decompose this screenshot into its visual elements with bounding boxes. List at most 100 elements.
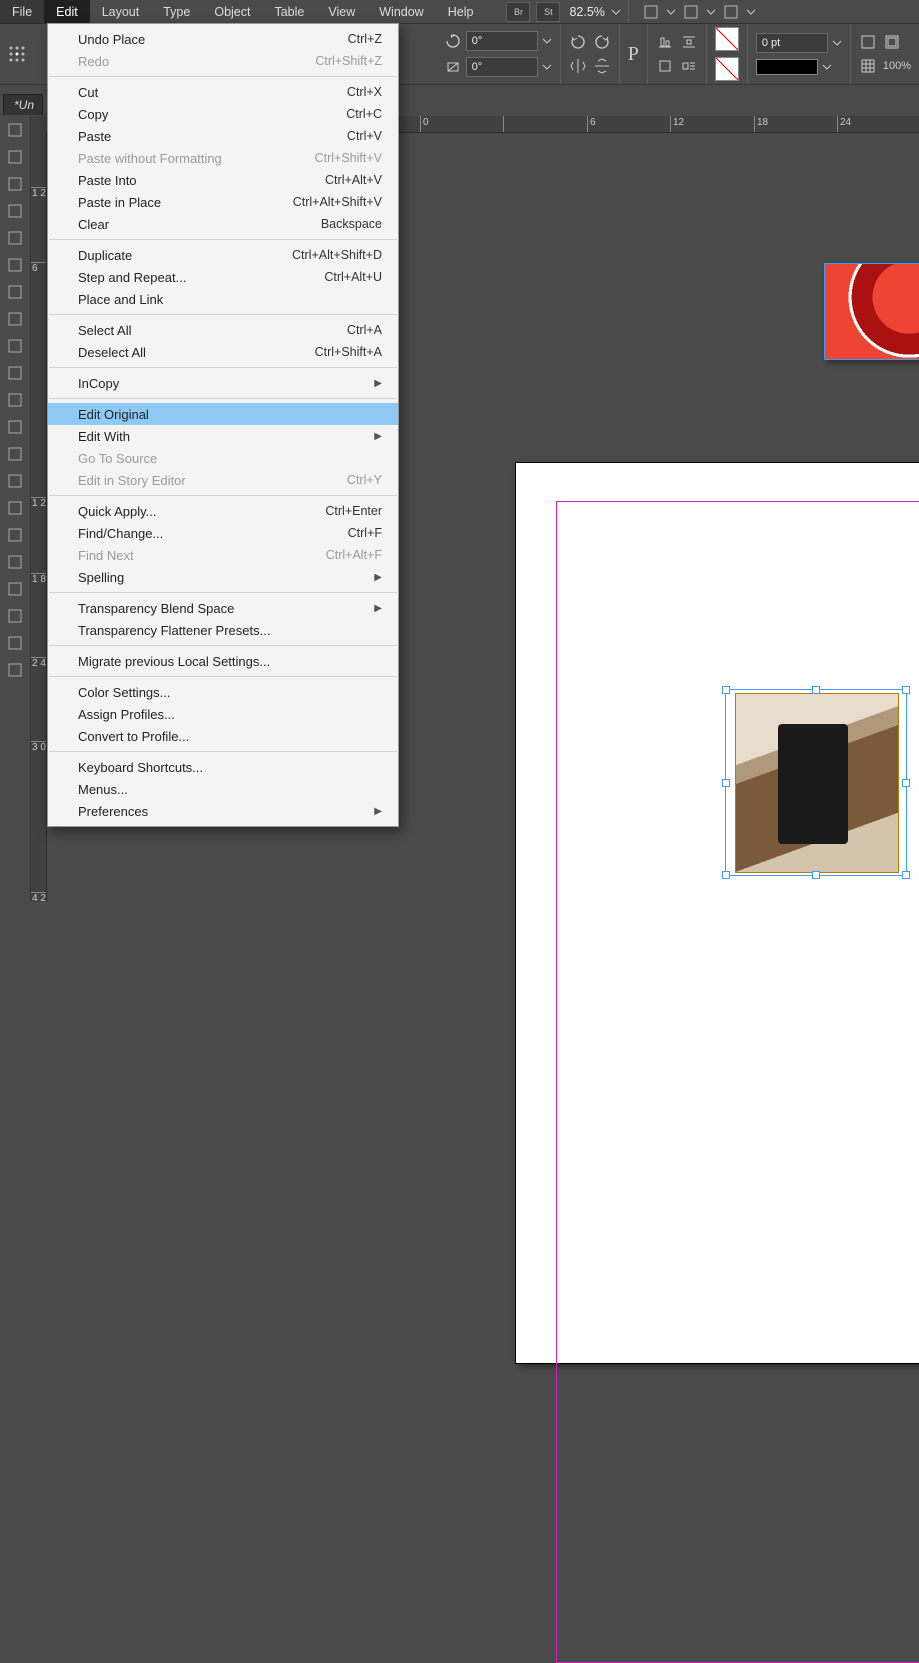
format-tool[interactable] <box>2 630 28 656</box>
stroke-style-swatch[interactable] <box>756 59 818 75</box>
rotate-cw-icon[interactable] <box>569 33 587 51</box>
menuitem-deselect-all[interactable]: Deselect AllCtrl+Shift+A <box>48 341 398 363</box>
menuitem-transparency-flattener-presets[interactable]: Transparency Flattener Presets... <box>48 619 398 641</box>
handle-tr[interactable] <box>902 686 910 694</box>
reference-point-icon[interactable] <box>8 45 26 63</box>
menuitem-paste-into[interactable]: Paste IntoCtrl+Alt+V <box>48 169 398 191</box>
hand-tool[interactable] <box>2 522 28 548</box>
handle-bl[interactable] <box>722 871 730 879</box>
menuitem-migrate-previous-local-settings[interactable]: Migrate previous Local Settings... <box>48 650 398 672</box>
scissors-tool[interactable] <box>2 387 28 413</box>
chevron-down-icon[interactable] <box>822 62 832 72</box>
wrap-icon[interactable] <box>656 57 674 75</box>
page-tool[interactable] <box>2 171 28 197</box>
handle-tm[interactable] <box>812 686 820 694</box>
content-tool[interactable] <box>2 225 28 251</box>
screen-tool[interactable] <box>2 657 28 683</box>
menuitem-paste[interactable]: PasteCtrl+V <box>48 125 398 147</box>
zoom-level[interactable]: 82.5% <box>569 5 604 19</box>
menuitem-color-settings[interactable]: Color Settings... <box>48 681 398 703</box>
menuitem-assign-profiles[interactable]: Assign Profiles... <box>48 703 398 725</box>
zoom-tool[interactable] <box>2 549 28 575</box>
direct-select-tool[interactable] <box>2 144 28 170</box>
handle-br[interactable] <box>902 871 910 879</box>
grid-icon[interactable] <box>859 57 877 75</box>
line-tool[interactable] <box>2 279 28 305</box>
selection-tool[interactable] <box>2 117 28 143</box>
menuitem-copy[interactable]: CopyCtrl+C <box>48 103 398 125</box>
handle-tl[interactable] <box>722 686 730 694</box>
menuitem-place-and-link[interactable]: Place and Link <box>48 288 398 310</box>
menu-table[interactable]: Table <box>262 0 316 23</box>
menuitem-select-all[interactable]: Select AllCtrl+A <box>48 319 398 341</box>
shear-field[interactable]: 0° <box>466 57 538 77</box>
menuitem-quick-apply[interactable]: Quick Apply...Ctrl+Enter <box>48 500 398 522</box>
menu-layout[interactable]: Layout <box>90 0 152 23</box>
menu-file[interactable]: File <box>0 0 44 23</box>
chevron-down-icon[interactable] <box>542 36 552 46</box>
distribute-icon[interactable] <box>680 33 698 51</box>
view-option-icon[interactable] <box>642 3 660 21</box>
view-option-icon[interactable] <box>722 3 740 21</box>
transform-tool[interactable] <box>2 414 28 440</box>
vertical-ruler[interactable]: 1 261 21 82 43 04 2 <box>30 132 47 902</box>
stroke-none-swatch[interactable] <box>715 57 739 81</box>
chevron-down-icon[interactable] <box>611 7 621 17</box>
placed-image-1[interactable] <box>824 263 919 360</box>
st-button[interactable]: St <box>536 2 560 22</box>
wrap2-icon[interactable] <box>680 57 698 75</box>
align-icon[interactable] <box>656 33 674 51</box>
gradient-tool[interactable] <box>2 441 28 467</box>
gap-tool[interactable] <box>2 198 28 224</box>
paragraph-style-icon[interactable]: P <box>628 43 639 66</box>
view-option-icon[interactable] <box>682 3 700 21</box>
rectangle-tool[interactable] <box>2 360 28 386</box>
pencil-tool[interactable] <box>2 333 28 359</box>
br-button[interactable]: Br <box>506 2 530 22</box>
type-tool[interactable] <box>2 252 28 278</box>
menuitem-duplicate[interactable]: DuplicateCtrl+Alt+Shift+D <box>48 244 398 266</box>
chevron-down-icon[interactable] <box>832 38 842 48</box>
default-colors-tool[interactable] <box>2 603 28 629</box>
menuitem-clear[interactable]: ClearBackspace <box>48 213 398 235</box>
chevron-down-icon[interactable] <box>666 7 676 17</box>
zoom-pct[interactable]: 100% <box>883 60 911 72</box>
eyedropper-tool[interactable] <box>2 495 28 521</box>
menuitem-keyboard-shortcuts[interactable]: Keyboard Shortcuts... <box>48 756 398 778</box>
chevron-down-icon[interactable] <box>746 7 756 17</box>
fill-none-swatch[interactable] <box>715 27 739 51</box>
note-tool[interactable] <box>2 468 28 494</box>
menuitem-edit-original[interactable]: Edit Original <box>48 403 398 425</box>
page[interactable] <box>516 463 919 1363</box>
handle-bm[interactable] <box>812 871 820 879</box>
menuitem-transparency-blend-space[interactable]: Transparency Blend Space▶ <box>48 597 398 619</box>
handle-ml[interactable] <box>722 779 730 787</box>
menu-view[interactable]: View <box>316 0 367 23</box>
flip-h-icon[interactable] <box>569 57 587 75</box>
placed-image-2[interactable] <box>735 693 899 873</box>
menuitem-step-and-repeat[interactable]: Step and Repeat...Ctrl+Alt+U <box>48 266 398 288</box>
menuitem-spelling[interactable]: Spelling▶ <box>48 566 398 588</box>
chevron-down-icon[interactable] <box>542 62 552 72</box>
menuitem-preferences[interactable]: Preferences▶ <box>48 800 398 822</box>
menu-edit[interactable]: Edit <box>44 0 90 23</box>
pen-tool[interactable] <box>2 306 28 332</box>
chevron-down-icon[interactable] <box>706 7 716 17</box>
menu-window[interactable]: Window <box>367 0 435 23</box>
fill-stroke-tool[interactable] <box>2 576 28 602</box>
flip-v-icon[interactable] <box>593 57 611 75</box>
rotation-field[interactable]: 0° <box>466 31 538 51</box>
document-tab[interactable]: *Un <box>3 94 43 115</box>
menuitem-menus[interactable]: Menus... <box>48 778 398 800</box>
menu-help[interactable]: Help <box>436 0 486 23</box>
menuitem-cut[interactable]: CutCtrl+X <box>48 81 398 103</box>
selection-frame[interactable] <box>725 689 907 876</box>
handle-mr[interactable] <box>902 779 910 787</box>
preview-icon[interactable] <box>883 33 901 51</box>
menuitem-edit-with[interactable]: Edit With▶ <box>48 425 398 447</box>
menuitem-paste-in-place[interactable]: Paste in PlaceCtrl+Alt+Shift+V <box>48 191 398 213</box>
menuitem-convert-to-profile[interactable]: Convert to Profile... <box>48 725 398 747</box>
rotate-ccw-icon[interactable] <box>593 33 611 51</box>
menuitem-incopy[interactable]: InCopy▶ <box>48 372 398 394</box>
menu-object[interactable]: Object <box>202 0 262 23</box>
